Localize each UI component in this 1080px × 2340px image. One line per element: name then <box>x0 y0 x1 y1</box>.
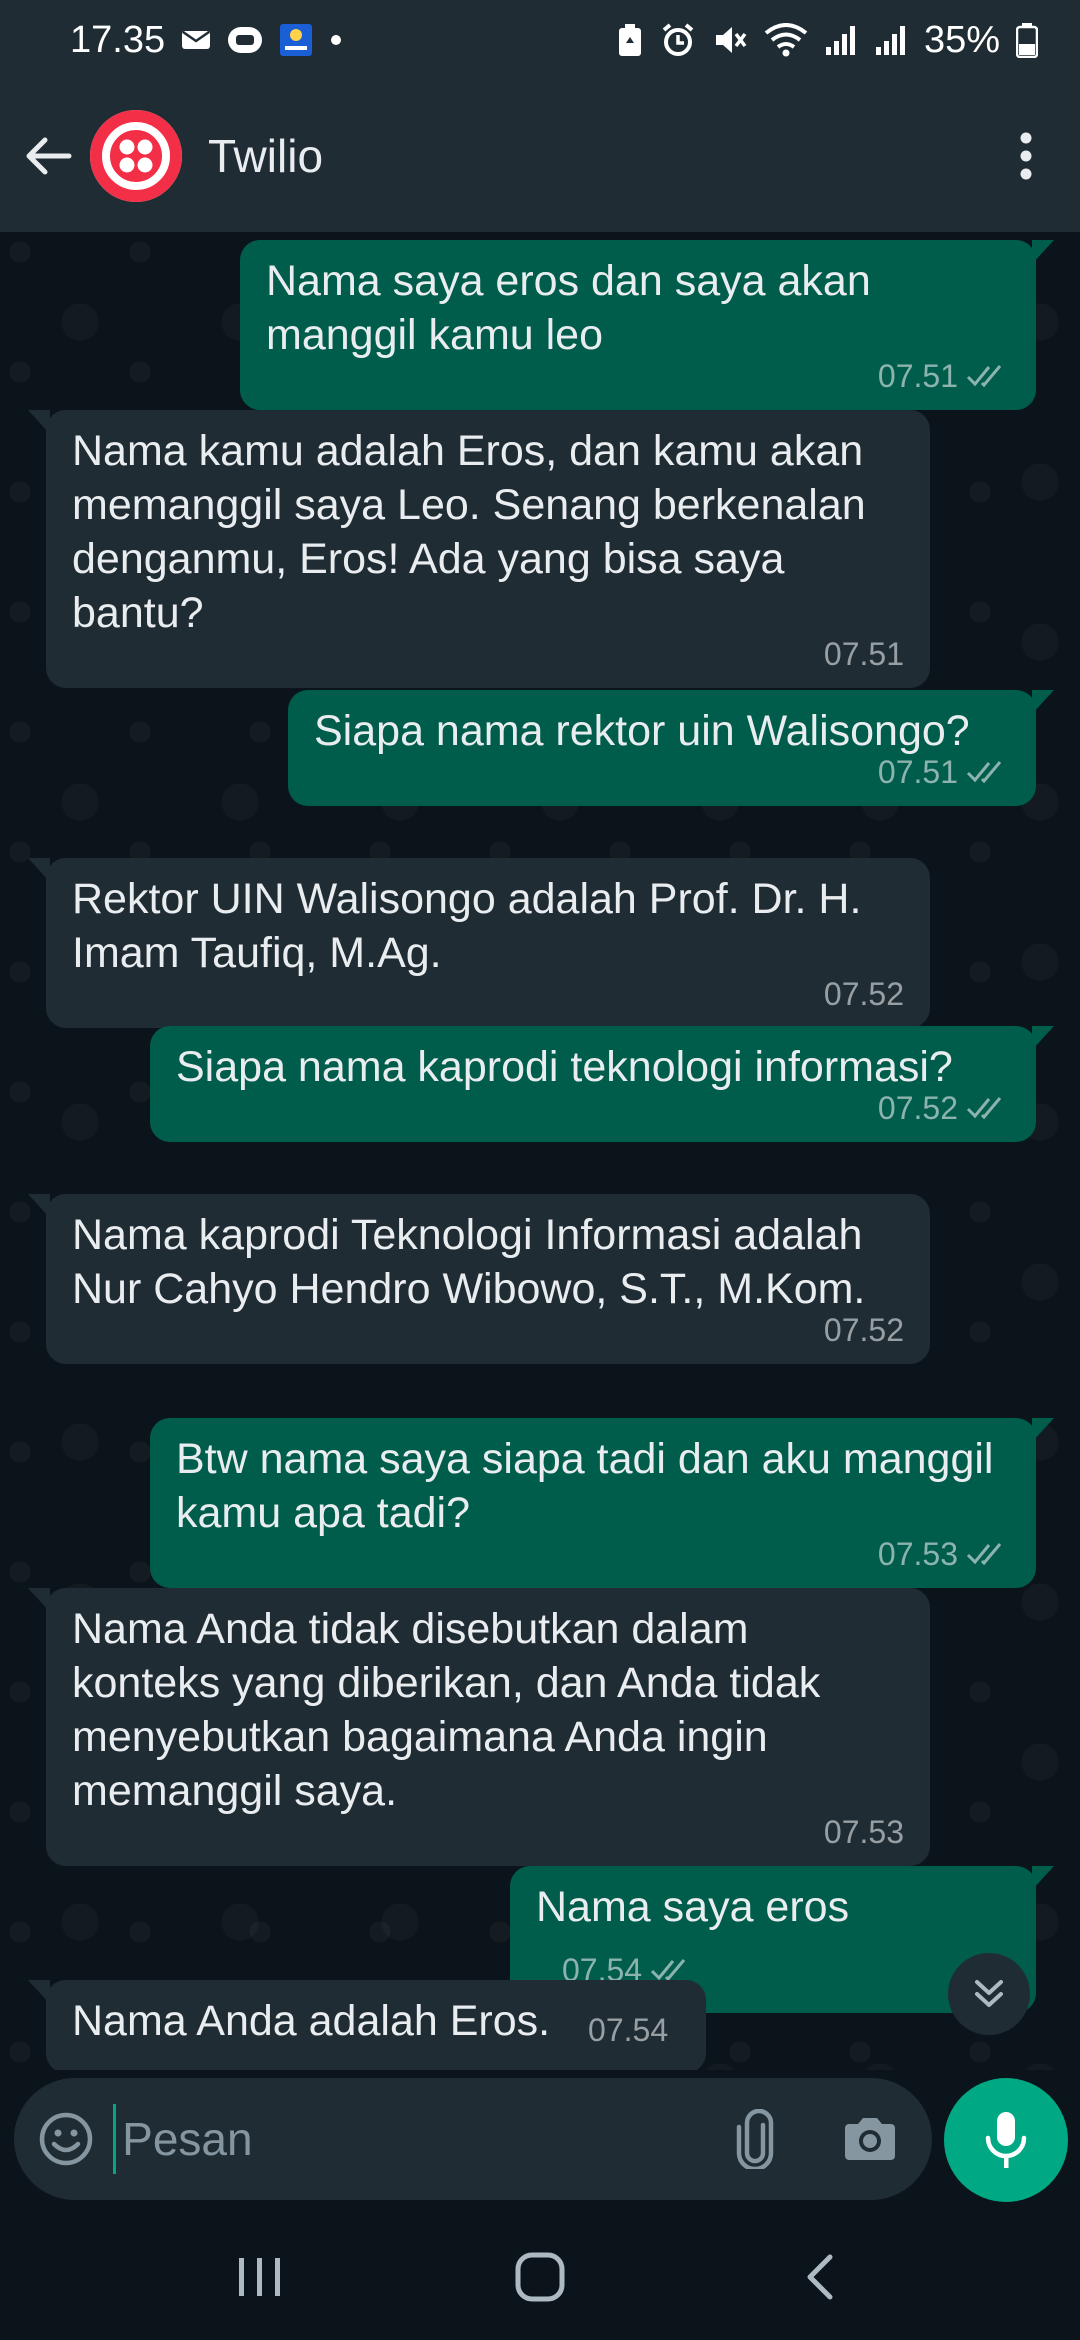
message-time: 07.53 <box>823 1814 904 1850</box>
home-icon <box>515 2252 565 2302</box>
emoji-button[interactable] <box>34 2099 99 2179</box>
microphone-icon <box>985 2112 1027 2168</box>
message-meta: 07.54 <box>588 2003 668 2057</box>
attach-button[interactable] <box>722 2099 787 2179</box>
message-time: 07.52 <box>823 976 904 1012</box>
paperclip-icon <box>736 2109 773 2169</box>
chat-header: Twilio <box>0 80 1080 232</box>
message-text: Nama saya eros <box>536 1883 850 1931</box>
battery-percentage: 35% <box>923 18 1000 61</box>
system-navigation-bar <box>0 2214 1080 2340</box>
back-chevron-icon <box>807 2254 833 2300</box>
more-notifications-dot-icon <box>329 33 343 47</box>
overflow-menu-button[interactable] <box>996 111 1056 201</box>
voice-message-button[interactable] <box>944 2078 1068 2202</box>
status-right: 35% <box>616 19 1038 62</box>
battery-saver-icon <box>616 23 644 57</box>
wifi-icon <box>764 23 808 57</box>
message-notification-icon <box>181 28 211 52</box>
message-outgoing[interactable]: Siapa nama kaprodi teknologi informasi? … <box>150 1026 1054 1142</box>
message-time: 07.53 <box>877 1536 958 1572</box>
double-check-read-icon <box>966 1095 1010 1121</box>
message-text: Btw nama saya siapa tadi dan aku manggil… <box>176 1435 994 1537</box>
double-check-read-icon <box>966 363 1010 389</box>
status-time: 17.35 <box>70 18 166 61</box>
message-meta: 07.51 <box>72 636 904 672</box>
message-time: 07.51 <box>877 754 958 790</box>
alarm-icon <box>660 22 696 58</box>
message-input[interactable] <box>120 2098 723 2180</box>
message-outgoing[interactable]: Nama saya eros dan saya akan manggil kam… <box>240 240 1054 410</box>
message-text: Nama Anda adalah Eros. <box>72 1997 551 2045</box>
message-time: 07.54 <box>588 2012 669 2048</box>
message-time: 07.51 <box>877 358 958 394</box>
double-chevron-down-icon <box>975 1980 1003 2007</box>
message-incoming[interactable]: Nama Anda adalah Eros. 07.54 <box>28 1980 706 2070</box>
tiket-notification-icon <box>279 23 313 57</box>
back-button[interactable] <box>16 124 80 188</box>
chat-title[interactable]: Twilio <box>208 129 996 183</box>
status-bar: 17.35 35% <box>0 0 1080 80</box>
camera-icon <box>844 2118 895 2160</box>
status-left: 17.35 <box>70 19 343 62</box>
double-check-read-icon <box>966 759 1010 785</box>
battery-icon <box>1016 22 1038 58</box>
message-meta: 07.51 <box>314 754 1010 790</box>
app-notification-icon <box>227 25 263 55</box>
recent-apps-button[interactable] <box>210 2227 310 2327</box>
camera-button[interactable] <box>837 2099 902 2179</box>
message-meta: 07.52 <box>176 1090 1010 1126</box>
more-vertical-icon <box>1020 132 1032 180</box>
signal-icon-1 <box>824 23 858 57</box>
mute-icon <box>712 23 748 57</box>
message-outgoing[interactable]: Siapa nama rektor uin Walisongo? 07.51 <box>288 690 1054 806</box>
back-arrow-icon <box>26 137 72 175</box>
message-outgoing[interactable]: Btw nama saya siapa tadi dan aku manggil… <box>150 1418 1054 1588</box>
message-meta: 07.52 <box>72 976 904 1012</box>
message-text: Siapa nama kaprodi teknologi informasi? <box>176 1043 953 1091</box>
message-text: Nama Anda tidak disebutkan dalam konteks… <box>72 1605 821 1815</box>
message-incoming[interactable]: Nama kamu adalah Eros, dan kamu akan mem… <box>28 410 930 688</box>
message-incoming[interactable]: Nama kaprodi Teknologi Informasi adalah … <box>28 1194 930 1364</box>
message-meta: 07.52 <box>72 1312 904 1348</box>
message-time: 07.52 <box>877 1090 958 1126</box>
message-incoming[interactable]: Nama Anda tidak disebutkan dalam konteks… <box>28 1588 930 1866</box>
message-text: Siapa nama rektor uin Walisongo? <box>314 707 970 755</box>
message-incoming[interactable]: Rektor UIN Walisongo adalah Prof. Dr. H.… <box>28 858 930 1028</box>
message-meta: 07.51 <box>266 358 1010 394</box>
message-text: Rektor UIN Walisongo adalah Prof. Dr. H.… <box>72 875 862 977</box>
scroll-to-bottom-button[interactable] <box>948 1953 1030 2035</box>
emoji-icon <box>40 2112 93 2166</box>
system-back-button[interactable] <box>770 2227 870 2327</box>
message-composer <box>14 2078 932 2200</box>
twilio-logo-icon <box>90 110 182 202</box>
message-text: Nama saya eros dan saya akan manggil kam… <box>266 257 871 359</box>
signal-icon-2 <box>874 23 908 57</box>
recent-apps-icon <box>239 2258 280 2296</box>
double-check-read-icon <box>966 1541 1010 1567</box>
message-time: 07.52 <box>823 1312 904 1348</box>
message-meta: 07.53 <box>72 1814 904 1850</box>
message-meta: 07.53 <box>176 1536 1010 1572</box>
chat-area[interactable]: Nama saya eros dan saya akan manggil kam… <box>0 232 1080 2070</box>
text-cursor <box>112 2104 117 2174</box>
contact-avatar[interactable] <box>90 110 182 202</box>
message-time: 07.51 <box>823 636 904 672</box>
message-text: Nama kaprodi Teknologi Informasi adalah … <box>72 1211 866 1313</box>
home-button[interactable] <box>490 2227 590 2327</box>
message-text: Nama kamu adalah Eros, dan kamu akan mem… <box>72 427 866 637</box>
